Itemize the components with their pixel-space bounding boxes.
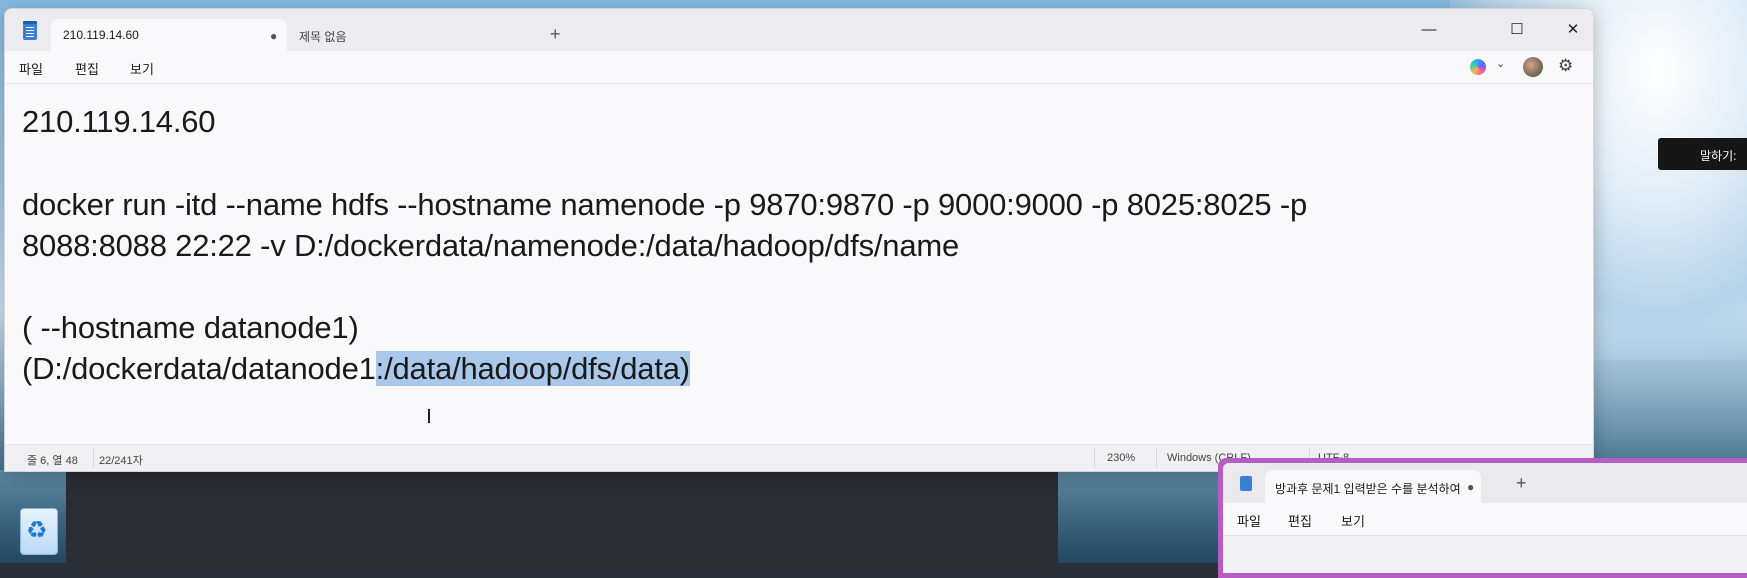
second-tab-active[interactable]: 방과후 문제1 입력받은 수를 분석하여 ● — [1265, 470, 1481, 503]
text-selection: :/data/hadoop/dfs/data) — [375, 351, 690, 386]
close-button[interactable]: ✕ — [1553, 17, 1593, 43]
cursor-position: 줄 6, 열 48 — [27, 455, 78, 467]
second-notepad-window: 방과후 문제1 입력받은 수를 분석하여 ● + 파일 편집 보기 — [1223, 463, 1747, 573]
tab-active-file[interactable]: 210.119.14.60 ● — [51, 19, 287, 52]
tab-untitled[interactable]: 제목 없음 — [299, 28, 347, 45]
new-tab-button[interactable]: + — [550, 24, 561, 45]
title-bar: 210.119.14.60 ● 제목 없음 + — ☐ ✕ — [5, 9, 1593, 52]
second-title-bar: 방과후 문제1 입력받은 수를 분석하여 ● + — [1223, 463, 1747, 503]
gear-icon[interactable]: ⚙ — [1558, 56, 1573, 76]
menu-edit[interactable]: 편집 — [75, 59, 99, 78]
tab-label: 210.119.14.60 — [63, 28, 139, 42]
second-tab-label: 방과후 문제1 입력받은 수를 분석하여 — [1275, 482, 1460, 496]
editor-line-7: (D:/dockerdata/datanode1:/data/hadoop/df… — [22, 351, 690, 387]
editor-line-6: ( --hostname datanode1) — [22, 310, 359, 345]
speak-tooltip: 말하기: — [1658, 138, 1747, 170]
copilot-icon[interactable] — [1470, 59, 1486, 75]
notepad-window: 210.119.14.60 ● 제목 없음 + — ☐ ✕ 파일 편집 보기 ⌄… — [4, 8, 1594, 472]
user-avatar[interactable] — [1523, 57, 1543, 77]
status-divider — [1156, 448, 1157, 468]
menu-file[interactable]: 파일 — [19, 59, 43, 78]
notepad-app-icon — [1240, 476, 1252, 491]
menu-file[interactable]: 파일 — [1237, 511, 1261, 530]
menu-bar: 파일 편집 보기 ⌄ ⚙ — [5, 51, 1593, 84]
status-divider — [93, 448, 94, 468]
menu-view[interactable]: 보기 — [1341, 511, 1365, 530]
text-editor-area[interactable]: 210.119.14.60 docker run -itd --name hdf… — [5, 84, 1593, 444]
editor-line-1: 210.119.14.60 — [22, 104, 216, 139]
second-notepad-window-border: 방과후 문제1 입력받은 수를 분석하여 ● + 파일 편집 보기 — [1218, 458, 1747, 578]
unsaved-dot-icon[interactable]: ● — [270, 29, 277, 43]
zoom-level[interactable]: 230% — [1107, 452, 1135, 464]
ibeam-cursor-icon — [428, 409, 430, 423]
recycle-symbol-icon: ♻ — [26, 517, 48, 544]
menu-view[interactable]: 보기 — [130, 59, 154, 78]
maximize-button[interactable]: ☐ — [1497, 17, 1537, 43]
minimize-button[interactable]: — — [1409, 17, 1449, 43]
chevron-down-icon[interactable]: ⌄ — [1496, 57, 1505, 70]
editor-line-4: 8088:8088 22:22 -v D:/dockerdata/namenod… — [22, 228, 960, 263]
editor-line-3: docker run -itd --name hdfs --hostname n… — [22, 187, 1308, 222]
line-text-unselected: (D:/dockerdata/datanode1 — [22, 351, 376, 386]
menu-edit[interactable]: 편집 — [1288, 511, 1312, 530]
character-count: 22/241자 — [99, 455, 143, 467]
second-menu-bar: 파일 편집 보기 — [1223, 503, 1747, 536]
speak-tooltip-label: 말하기: — [1700, 149, 1737, 163]
unsaved-dot-icon[interactable]: ● — [1467, 480, 1474, 494]
background-window — [66, 470, 1058, 563]
status-divider — [1094, 448, 1095, 468]
new-tab-button[interactable]: + — [1516, 473, 1527, 494]
notepad-app-icon — [23, 21, 37, 40]
recycle-bin-shortcut[interactable]: ♻ — [14, 498, 64, 558]
